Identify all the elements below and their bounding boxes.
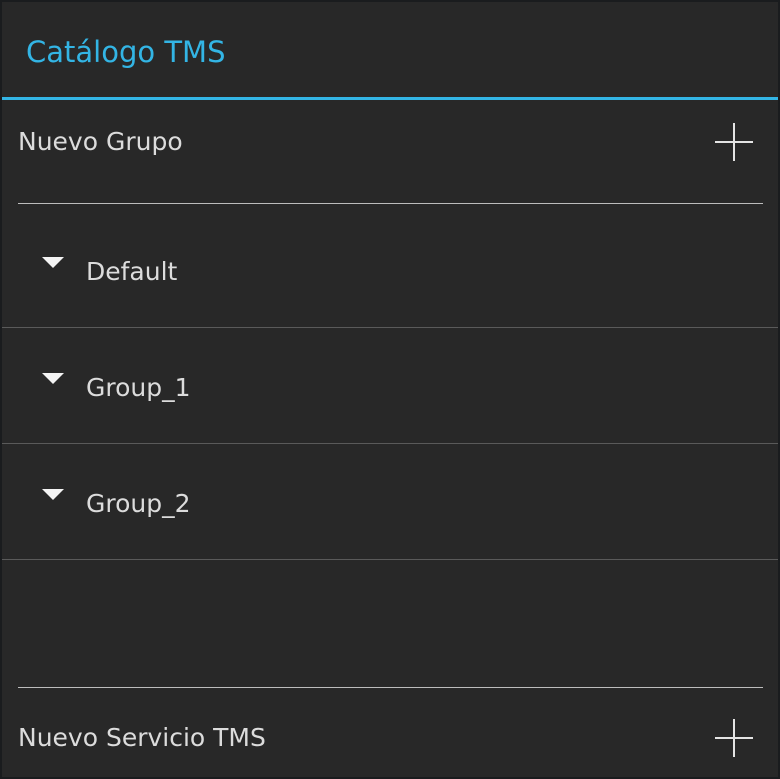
- caret-down-icon[interactable]: [42, 489, 64, 500]
- group-item-default[interactable]: Default: [2, 212, 778, 328]
- group-label: Group_1: [86, 373, 191, 402]
- dialog-title: Catálogo TMS: [26, 35, 226, 69]
- group-label: Group_2: [86, 489, 191, 518]
- new-service-label: Nuevo Servicio TMS: [18, 723, 266, 752]
- group-item-group-1[interactable]: Group_1: [2, 328, 778, 444]
- catalog-dialog: Catálogo TMS Nuevo Grupo Default Group_1…: [2, 2, 778, 777]
- group-list-bottom-divider: [18, 687, 763, 688]
- new-group-row[interactable]: Nuevo Grupo: [18, 114, 763, 170]
- new-group-label: Nuevo Grupo: [18, 127, 183, 156]
- group-list-top-divider: [18, 203, 763, 204]
- group-list: Default Group_1 Group_2: [2, 212, 778, 560]
- caret-down-icon[interactable]: [42, 257, 64, 268]
- title-divider: [2, 97, 778, 100]
- new-service-row[interactable]: Nuevo Servicio TMS: [18, 710, 763, 766]
- group-item-group-2[interactable]: Group_2: [2, 444, 778, 560]
- add-group-plus-icon[interactable]: [715, 123, 753, 161]
- add-service-plus-icon[interactable]: [715, 719, 753, 757]
- group-label: Default: [86, 257, 178, 286]
- caret-down-icon[interactable]: [42, 373, 64, 384]
